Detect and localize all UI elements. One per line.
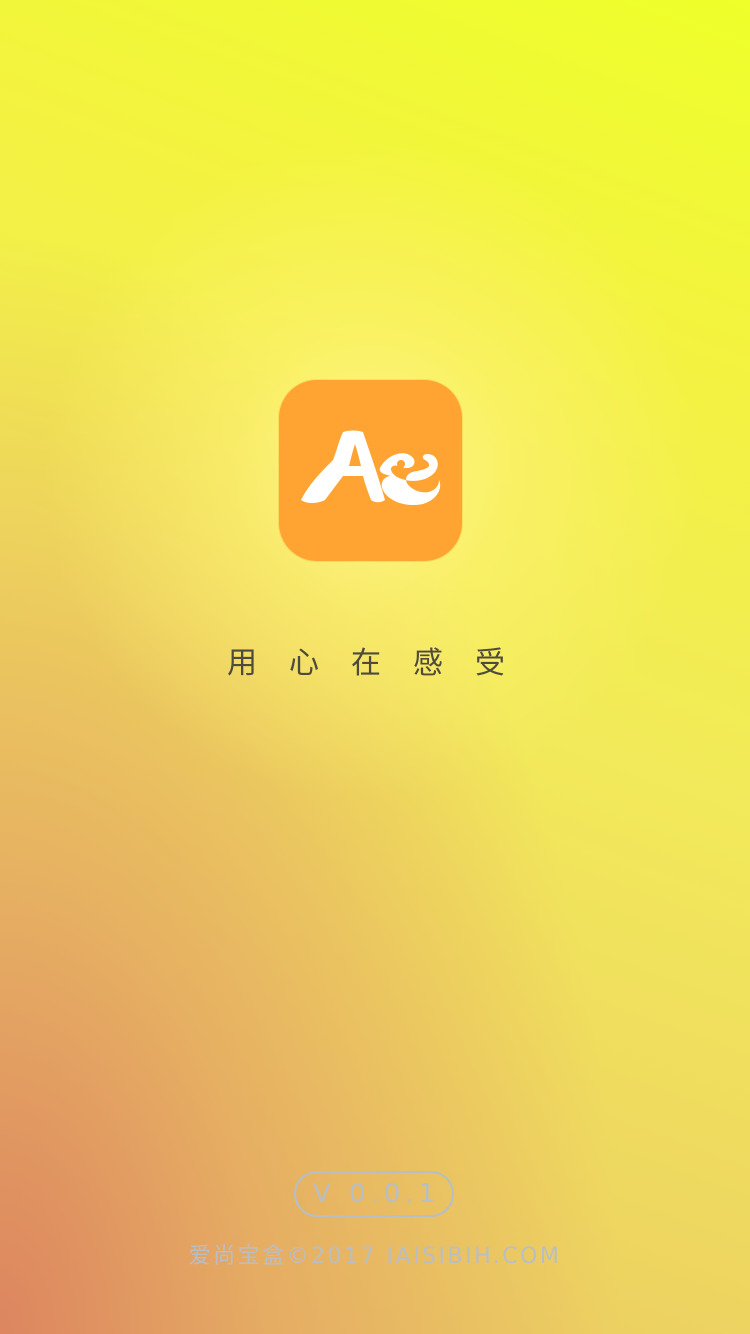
app-logo-icon	[279, 380, 462, 561]
as-monogram-icon	[301, 430, 441, 506]
app-slogan: 用心在感受	[227, 646, 537, 681]
splash-screen: 用心在感受 V 0.0.1 爱尚宝盒©2017 IAISIBIH.COM	[0, 0, 750, 1334]
version-badge: V 0.0.1	[294, 1171, 454, 1217]
copyright-text: 爱尚宝盒©2017 IAISIBIH.COM	[188, 1244, 562, 1269]
